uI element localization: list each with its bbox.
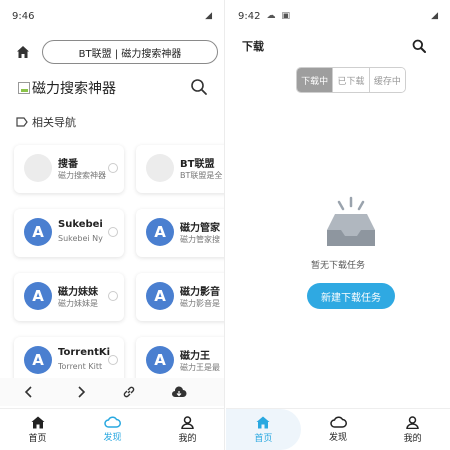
- cloud-download-icon[interactable]: [170, 383, 188, 401]
- tab-label: 我的: [403, 433, 422, 444]
- site-header: 磁力搜索神器: [0, 74, 224, 102]
- bottom-tab-bar: 首页 发现 我的: [0, 408, 224, 450]
- nav-card[interactable]: A 磁力管家 磁力管家搜: [136, 209, 224, 257]
- card-title: 磁力王: [180, 351, 210, 362]
- download-segment-control: 下载中 已下载 缓存中: [296, 67, 406, 93]
- right-screen: 9:42 ☁ ▣ ◢ 下载 下载中 已下载 缓存中 暂无下载任务 新建下载任务 …: [226, 0, 450, 450]
- tab-profile[interactable]: 我的: [375, 409, 450, 450]
- signal-icon: ◢: [431, 11, 438, 21]
- tag-icon: [16, 117, 28, 127]
- avatar-placeholder: [146, 154, 174, 182]
- card-desc: 磁力搜索神器: [58, 171, 106, 180]
- card-desc: 磁力王是最: [180, 363, 220, 372]
- person-icon: [406, 415, 419, 429]
- search-icon[interactable]: [412, 38, 426, 53]
- left-screen: 9:46 ◢ BT联盟 | 磁力搜索神器 磁力搜索神器 相关导航 搜番 磁力搜索…: [0, 0, 225, 450]
- nav-card[interactable]: A 磁力影音 磁力影音是: [136, 273, 224, 321]
- back-icon[interactable]: [20, 383, 38, 401]
- bottom-tab-bar: 首页 发现 我的: [226, 408, 450, 450]
- site-logo[interactable]: 磁力搜索神器: [18, 78, 116, 98]
- avatar: A: [146, 282, 174, 310]
- chevron-right-icon: [108, 355, 118, 365]
- nav-card[interactable]: A 磁力妹妹 磁力妹妹是: [14, 273, 124, 321]
- nav-card[interactable]: 搜番 磁力搜索神器: [14, 145, 124, 193]
- cloud-icon: [104, 416, 121, 428]
- avatar: A: [24, 218, 52, 246]
- browser-home-icon[interactable]: [14, 43, 32, 61]
- site-search-icon[interactable]: [190, 78, 208, 96]
- tab-discover[interactable]: 发现: [301, 409, 376, 450]
- card-desc: 磁力影音是: [180, 299, 220, 308]
- url-bar[interactable]: BT联盟 | 磁力搜索神器: [42, 40, 218, 64]
- cloud-status-icon: ☁: [266, 11, 276, 21]
- avatar: A: [146, 218, 174, 246]
- chevron-right-icon: [108, 291, 118, 301]
- section-title: 相关导航: [16, 114, 76, 130]
- tab-label: 发现: [103, 433, 122, 443]
- section-title-label: 相关导航: [32, 116, 76, 129]
- avatar: A: [24, 282, 52, 310]
- status-time: 9:46: [12, 10, 35, 22]
- tab-label: 我的: [178, 433, 197, 444]
- card-desc: Torrent Kitt: [58, 362, 103, 371]
- tab-home[interactable]: 首页: [226, 409, 301, 450]
- tab-label: 首页: [254, 433, 273, 444]
- nav-card[interactable]: A Sukebei Sukebei Ny: [14, 209, 124, 257]
- card-desc: 磁力管家搜: [180, 235, 220, 244]
- tab-discover[interactable]: 发现: [75, 409, 150, 450]
- card-desc: BT联盟是全: [180, 171, 223, 180]
- tab-profile[interactable]: 我的: [150, 409, 224, 450]
- status-bar: 9:42 ☁ ▣ ◢: [226, 0, 450, 32]
- tab-downloading[interactable]: 下载中: [297, 68, 334, 92]
- chevron-right-icon: [108, 163, 118, 173]
- avatar-placeholder: [24, 154, 52, 182]
- cloud-icon: [329, 416, 347, 428]
- notification-icon: ▣: [281, 11, 290, 21]
- forward-icon[interactable]: [72, 383, 90, 401]
- card-title: 磁力影音: [180, 287, 220, 298]
- broken-image-icon: [18, 82, 30, 94]
- site-title: 磁力搜索神器: [32, 81, 116, 97]
- home-icon: [31, 416, 44, 428]
- card-title: BT联盟: [180, 159, 215, 170]
- empty-inbox-icon: [327, 196, 375, 246]
- nav-card[interactable]: BT联盟 BT联盟是全: [136, 145, 224, 193]
- status-bar: 9:46 ◢: [0, 0, 224, 32]
- home-icon: [256, 416, 270, 428]
- chevron-right-icon: [108, 227, 118, 237]
- signal-icon: ◢: [205, 11, 212, 21]
- tab-home[interactable]: 首页: [0, 409, 75, 450]
- tab-caching[interactable]: 缓存中: [369, 68, 405, 92]
- card-desc: Sukebei Ny: [58, 234, 103, 243]
- tab-label: 发现: [329, 433, 348, 443]
- new-download-task-button[interactable]: 新建下载任务: [307, 283, 395, 309]
- page-title: 下载: [242, 40, 264, 53]
- browser-toolbar: BT联盟 | 磁力搜索神器: [0, 38, 224, 66]
- tab-label: 首页: [28, 433, 47, 444]
- card-desc: 磁力妹妹是: [58, 299, 98, 308]
- empty-message: 暂无下载任务: [310, 261, 365, 271]
- avatar: A: [24, 346, 52, 374]
- link-icon[interactable]: [120, 383, 138, 401]
- browser-bottom-toolbar: [0, 378, 224, 406]
- card-title: 磁力管家: [180, 223, 220, 234]
- status-time: 9:42: [238, 10, 261, 22]
- page-header: 下载: [226, 36, 450, 56]
- person-icon: [181, 415, 194, 429]
- avatar: A: [146, 346, 174, 374]
- tab-downloaded[interactable]: 已下载: [333, 68, 370, 92]
